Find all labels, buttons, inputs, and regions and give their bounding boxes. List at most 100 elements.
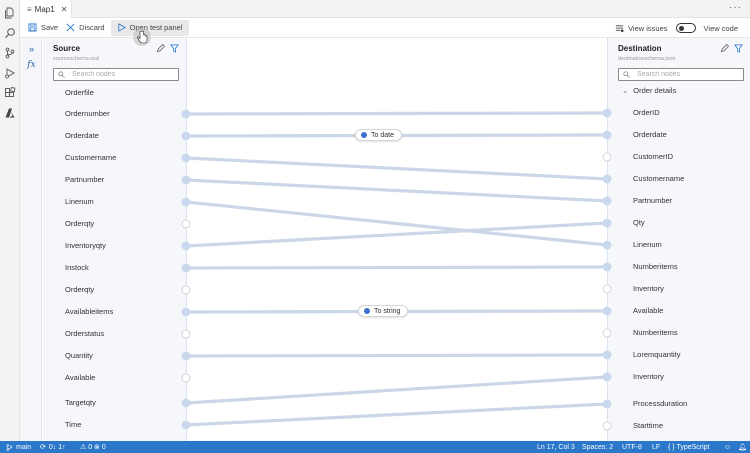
function-to-string[interactable]: To string	[358, 305, 409, 317]
mapping-canvas[interactable]	[186, 38, 608, 441]
chevron-down-icon: ⌄	[622, 86, 629, 95]
destination-title: Destination	[618, 44, 662, 53]
feedback-icon[interactable]: ☺	[724, 441, 731, 453]
discard-icon	[66, 23, 75, 32]
edit-icon[interactable]	[156, 44, 165, 53]
sync-status: 0↓ 1↑	[48, 443, 66, 451]
function-label: To date	[371, 131, 394, 139]
source-schema-name: sourceschema.xsd	[53, 56, 99, 62]
destination-panel: Destination destinationschema.json	[608, 38, 750, 441]
search-icon	[58, 71, 65, 78]
expand-chevron-icon[interactable]: »	[26, 43, 37, 54]
edit-icon[interactable]	[720, 44, 729, 53]
destination-node[interactable]: Customername	[633, 174, 684, 183]
destination-node[interactable]: Loremquantity	[633, 350, 681, 359]
language-mode[interactable]: { } TypeScript	[668, 441, 710, 453]
branch-indicator[interactable]: main	[6, 441, 31, 453]
destination-node[interactable]: Qty	[633, 218, 645, 227]
source-node[interactable]: Orderdate	[65, 131, 99, 140]
source-node[interactable]: Quantity	[65, 351, 93, 360]
close-icon[interactable]: ✕	[61, 5, 68, 14]
destination-search-input[interactable]	[637, 71, 717, 78]
extensions-icon[interactable]	[3, 86, 17, 100]
function-label: To string	[374, 307, 401, 315]
source-node[interactable]: Orderqty	[65, 219, 94, 228]
tab-bar: ≡ Map1 ✕ ···	[20, 0, 750, 18]
source-edge	[186, 38, 187, 441]
sync-indicator[interactable]: ⟳ 0↓ 1↑	[40, 441, 66, 453]
destination-search-box[interactable]	[618, 68, 744, 81]
sync-icon: ⟳	[40, 444, 46, 451]
destination-node[interactable]: Inventory	[633, 372, 664, 381]
explorer-icon[interactable]	[3, 6, 17, 20]
view-code-toggle[interactable]	[675, 23, 696, 33]
source-node[interactable]: Inventoryqty	[65, 241, 106, 250]
filter-icon[interactable]	[734, 44, 743, 53]
view-code-label: View code	[703, 23, 738, 33]
source-node[interactable]: Ordernumber	[65, 109, 110, 118]
view-issues-label: View issues	[628, 23, 668, 33]
function-icon[interactable]: fx	[26, 59, 37, 70]
source-search-input[interactable]	[72, 71, 152, 78]
save-button[interactable]: Save	[28, 18, 58, 38]
more-actions-icon[interactable]: ···	[729, 2, 742, 13]
source-node[interactable]: Targetqty	[65, 398, 96, 407]
view-issues-button[interactable]: View issues	[615, 18, 668, 38]
cursor-position[interactable]: Ln 17, Col 3	[537, 441, 575, 453]
status-bar: main ⟳ 0↓ 1↑ ⚠ 0 ⊗ 0 Ln 17, Col 3 Spaces…	[0, 441, 750, 453]
branch-name: main	[16, 443, 32, 451]
azure-icon[interactable]	[3, 106, 17, 120]
toolbar: Save Discard Open test panel View issues…	[20, 18, 750, 38]
source-node[interactable]: Orderqty	[65, 285, 94, 294]
function-to-date[interactable]: To date	[355, 129, 402, 141]
branch-icon	[6, 443, 13, 451]
destination-node[interactable]: Available	[633, 306, 663, 315]
source-node[interactable]: Available	[65, 373, 95, 382]
save-icon	[28, 23, 37, 32]
destination-node[interactable]: Linenum	[633, 240, 662, 249]
destination-node[interactable]: Processduration	[633, 399, 687, 408]
source-control-icon[interactable]	[3, 46, 17, 60]
source-node[interactable]: Orderfile	[65, 88, 94, 97]
problems-count: ⚠ 0 ⊗ 0	[80, 444, 106, 451]
group-label: Order details	[633, 86, 677, 95]
source-search-box[interactable]	[53, 68, 179, 81]
tab-title: Map1	[34, 4, 55, 14]
source-node[interactable]: Linenum	[65, 197, 94, 206]
side-column: » fx	[20, 38, 42, 441]
destination-node[interactable]: Numberitems	[633, 262, 678, 271]
search-icon[interactable]	[3, 26, 17, 40]
run-debug-icon[interactable]	[3, 66, 17, 80]
destination-node[interactable]: OrderID	[633, 108, 660, 117]
destination-node[interactable]: Numberitems	[633, 328, 678, 337]
function-dot-icon	[364, 308, 370, 314]
destination-node[interactable]: Partnumber	[633, 196, 672, 205]
search-icon	[623, 71, 630, 78]
play-icon	[117, 23, 126, 32]
discard-label: Discard	[79, 23, 105, 32]
source-node[interactable]: Instock	[65, 263, 89, 272]
encoding[interactable]: UTF-8	[622, 441, 642, 453]
destination-node[interactable]: Starttime	[633, 421, 663, 430]
destination-node[interactable]: CustomerID	[633, 152, 673, 161]
destination-node[interactable]: Inventory	[633, 284, 664, 293]
notifications-icon[interactable]: 🔔︎	[738, 441, 747, 453]
source-node[interactable]: Time	[65, 420, 81, 429]
destination-node[interactable]: Orderdate	[633, 130, 667, 139]
source-node[interactable]: Customername	[65, 153, 116, 162]
source-node[interactable]: Orderstatus	[65, 329, 104, 338]
end-of-line[interactable]: LF	[652, 441, 660, 453]
function-dot-icon	[361, 132, 367, 138]
tab-map1[interactable]: ≡ Map1 ✕	[20, 0, 72, 18]
source-node[interactable]: Availableitems	[65, 307, 113, 316]
destination-group-order-details[interactable]: ⌄ Order details	[622, 86, 676, 95]
destination-schema-name: destinationschema.json	[618, 56, 676, 62]
source-node[interactable]: Partnumber	[65, 175, 104, 184]
issues-icon	[615, 24, 624, 32]
problems-indicator[interactable]: ⚠ 0 ⊗ 0	[80, 441, 106, 453]
discard-button[interactable]: Discard	[66, 18, 105, 38]
filter-icon[interactable]	[170, 44, 179, 53]
destination-edge	[607, 38, 608, 441]
indentation[interactable]: Spaces: 2	[582, 441, 613, 453]
menu-icon: ≡	[27, 4, 32, 14]
